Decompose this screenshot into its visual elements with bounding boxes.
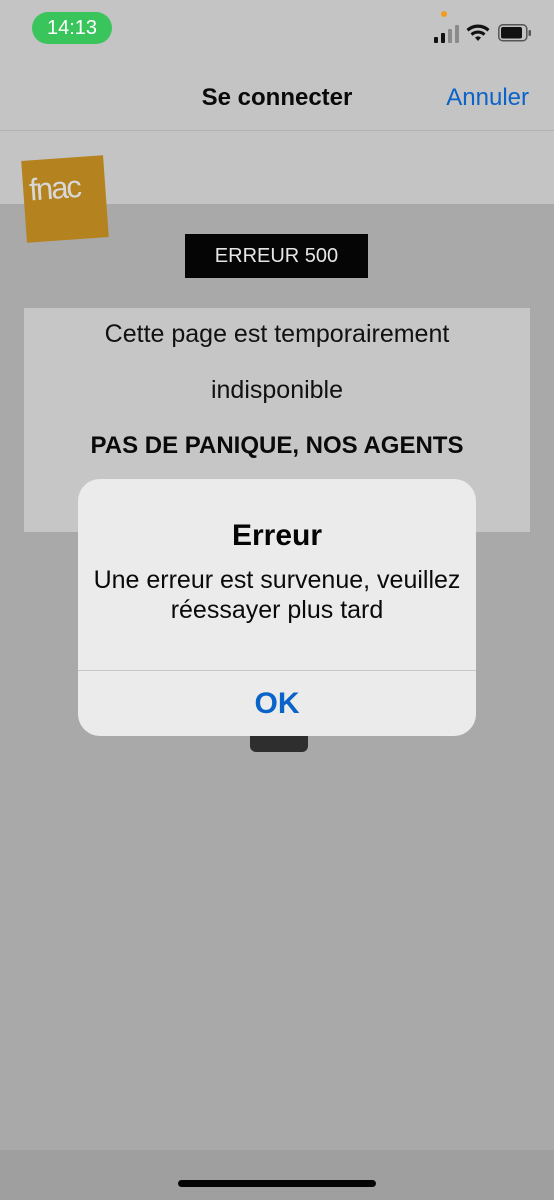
home-indicator[interactable] — [178, 1180, 376, 1187]
logo-text: fnac — [28, 168, 81, 208]
screen: 14:13 Se connecter Annuler fnac ERREUR 5… — [0, 0, 554, 1200]
error-message-line-2: indisponible — [210, 376, 344, 404]
signal-icon — [434, 25, 459, 43]
status-time[interactable]: 14:13 — [32, 12, 112, 44]
bottom-bar — [0, 1150, 554, 1200]
top-bar: 14:13 Se connecter Annuler — [0, 0, 554, 131]
error-badge: ERREUR 500 — [185, 234, 368, 278]
error-alert-dialog: Erreur Une erreur est survenue, veuillez… — [78, 479, 476, 736]
alert-message: Une erreur est survenue, veuillez réessa… — [93, 566, 461, 624]
privacy-indicator-dot — [441, 11, 447, 17]
ok-button[interactable]: OK — [78, 671, 476, 736]
fnac-logo[interactable]: fnac — [21, 155, 109, 243]
error-message-line-1: Cette page est temporairement — [104, 320, 450, 348]
cancel-button[interactable]: Annuler — [446, 82, 529, 114]
battery-icon — [498, 24, 531, 42]
error-message-line-3: PAS DE PANIQUE, NOS AGENTS — [90, 432, 464, 459]
alert-title: Erreur — [231, 519, 323, 552]
wifi-icon — [466, 24, 490, 41]
